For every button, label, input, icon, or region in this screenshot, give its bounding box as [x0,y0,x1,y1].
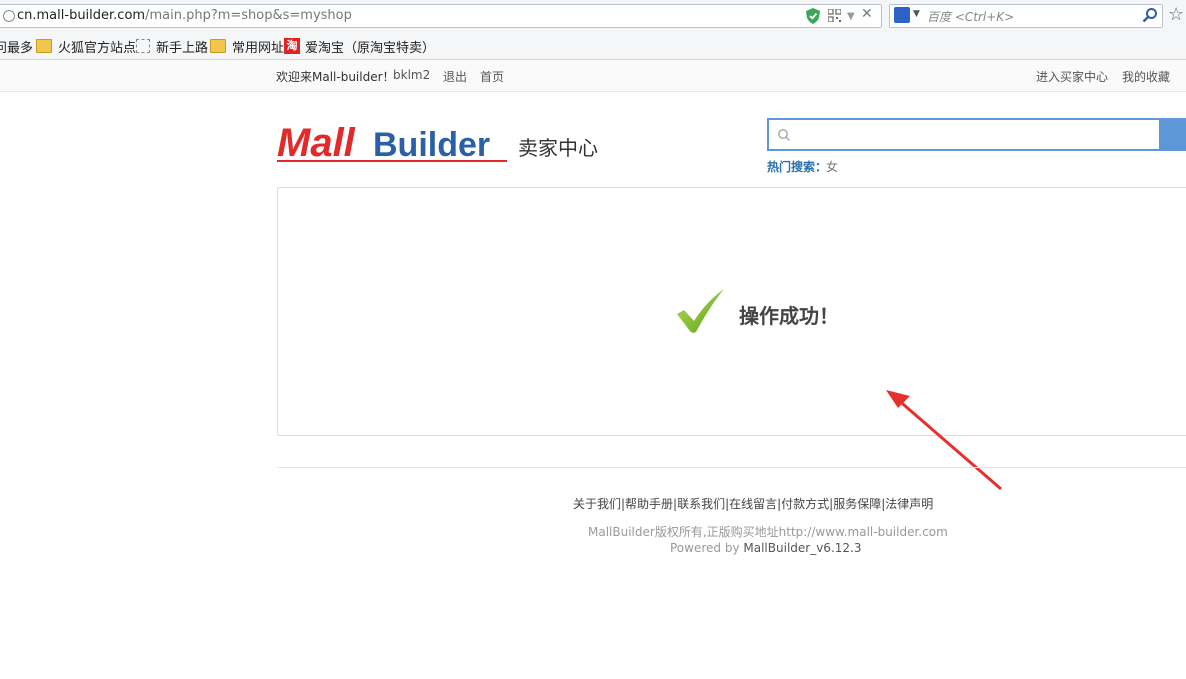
favorites-link[interactable]: 我的收藏 [1122,68,1170,85]
bookmark-label: 问最多 [0,40,34,56]
welcome-text: 欢迎来Mall-builder！ [276,70,395,84]
address-bar[interactable]: cn.mall-builder.com/main.php?m=shop&s=my… [0,4,882,28]
buyer-center-link[interactable]: 进入买家中心 [1036,68,1108,85]
success-message: 操作成功！ [739,304,839,328]
bookmark-ai-taobao[interactable]: 淘 爱淘宝（原淘宝特卖） [284,38,436,56]
engine-dropdown-icon[interactable]: ▼ [913,9,920,19]
hot-search-item[interactable]: 女 [826,158,838,175]
red-arrow-annotation [886,390,1002,491]
taobao-icon: 淘 [284,38,300,54]
shield-icon[interactable] [806,8,820,24]
baidu-paw-icon[interactable] [894,7,910,23]
qr-code-icon[interactable] [828,9,841,22]
username-link[interactable]: bklm2 [393,68,430,82]
message-panel [277,187,1186,436]
hot-search-label: 热门搜索： [767,160,828,174]
footer-links[interactable]: 关于我们|帮助手册|联系我们|在线留言|付款方式|服务保障|法律声明 [573,495,933,512]
site-search-input[interactable] [767,118,1186,151]
bookmark-getting-started[interactable]: 新手上路 [136,38,209,56]
bookmark-label: 新手上路 [156,40,209,56]
browser-search-box[interactable]: ▼ 百度 <Ctrl+K> [889,4,1163,28]
folder-icon [36,39,52,53]
logo-text-mall: Mall [277,121,356,164]
chevron-down-icon[interactable]: ▼ [847,11,855,22]
logout-link[interactable]: 退出 [443,68,467,85]
search-button[interactable] [1159,118,1186,151]
powered-by-label: Powered by [670,541,740,555]
footer-divider [277,467,1186,468]
home-link[interactable]: 首页 [480,68,504,85]
footer-powered-by: Powered by MallBuilder_v6.12.3 [670,541,861,555]
check-icon [677,289,724,333]
bookmark-firefox-site[interactable]: 火狐官方站点 [36,38,137,56]
dotted-page-icon [136,39,150,53]
bookmark-common-sites[interactable]: 常用网址 [210,38,285,56]
bookmark-label: 常用网址 [232,40,285,56]
search-icon [778,129,791,142]
mallbuilder-logo[interactable]: Mall Builder [277,118,509,164]
folder-icon [210,39,226,53]
bookmark-star-icon[interactable]: ☆ [1168,4,1184,25]
url-path: /main.php?m=shop&s=myshop [145,8,352,23]
bookmark-label: 火狐官方站点 [58,40,137,56]
search-icon[interactable] [1142,7,1158,23]
url-text[interactable]: cn.mall-builder.com/main.php?m=shop&s=my… [17,8,352,23]
footer-copyright: MallBuilder版权所有,正版购买地址http://www.mall-bu… [588,525,948,539]
browser-search-placeholder: 百度 <Ctrl+K> [927,10,1015,24]
bookmark-most-visited[interactable]: 问最多 [0,38,34,56]
site-topbar: 欢迎来Mall-builder！ bklm2 退出 首页 进入买家中心 我的收藏 [0,60,1186,92]
version-link[interactable]: MallBuilder_v6.12.3 [743,541,861,555]
close-icon[interactable]: ✕ [861,6,873,22]
url-host: cn.mall-builder.com [17,8,146,23]
browser-toolbar: cn.mall-builder.com/main.php?m=shop&s=my… [0,0,1186,34]
bookmark-label: 爱淘宝（原淘宝特卖） [305,40,436,56]
globe-icon [3,10,15,22]
seller-center-title: 卖家中心 [518,136,598,160]
logo-text-builder: Builder [373,126,490,164]
bookmarks-bar: 问最多 火狐官方站点 新手上路 常用网址 淘 爱淘宝（原淘宝特卖） [0,34,1186,60]
